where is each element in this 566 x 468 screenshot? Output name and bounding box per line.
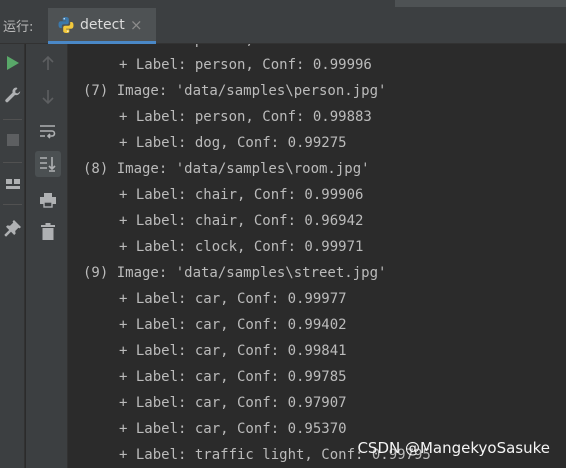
previous-occurrence-button[interactable] bbox=[37, 52, 59, 74]
scroll-to-end-icon bbox=[40, 157, 56, 172]
console-line: + Label: car, Conf: 0.99977 bbox=[119, 291, 347, 307]
run-header: 运行: detect × bbox=[0, 0, 566, 44]
console-line: + Label: car, Conf: 0.99841 bbox=[119, 343, 347, 359]
watermark: CSDN @MangekyoSasuke bbox=[357, 439, 550, 457]
soft-wrap-icon bbox=[40, 125, 56, 139]
console-line: + Label: person, Conf: 0.99883 bbox=[119, 109, 372, 125]
print-button[interactable] bbox=[37, 189, 59, 211]
trash-icon bbox=[41, 223, 55, 240]
toolbar-separator bbox=[3, 162, 22, 163]
console-line: + Label: car, Conf: 0.99785 bbox=[119, 369, 347, 385]
layout-button[interactable] bbox=[2, 173, 24, 195]
layout-icon bbox=[6, 179, 20, 189]
console-line: + Label: chair, Conf: 0.99906 bbox=[119, 187, 364, 203]
console-line: + Label: car, Conf: 0.95370 bbox=[119, 421, 347, 437]
toolbar-separator bbox=[3, 119, 22, 120]
scroll-to-end-button[interactable] bbox=[35, 151, 61, 177]
run-toolbar-right bbox=[26, 44, 68, 468]
close-icon[interactable]: × bbox=[130, 16, 143, 34]
next-occurrence-button[interactable] bbox=[37, 86, 59, 108]
console-line: + Label: dog, Conf: 0.99275 bbox=[119, 135, 347, 151]
tab-label: detect bbox=[80, 17, 125, 33]
run-tool-window: 运行: detect × + Label: person, Conf: 0.99… bbox=[0, 0, 566, 468]
console-line: + Label: car, Conf: 0.97907 bbox=[119, 395, 347, 411]
console-line: + Label: clock, Conf: 0.99971 bbox=[119, 239, 364, 255]
stop-icon bbox=[7, 134, 19, 146]
pin-icon bbox=[4, 220, 22, 237]
python-icon bbox=[58, 17, 74, 33]
console-line: + Label: car, Conf: 0.99402 bbox=[119, 317, 347, 333]
console-line: + Label: person, Conf: 0.99996 bbox=[119, 57, 372, 73]
console-line: (9) Image: 'data/samples\street.jpg' bbox=[83, 265, 387, 281]
console-line: (8) Image: 'data/samples\room.jpg' bbox=[83, 161, 370, 177]
up-arrow-icon bbox=[42, 55, 54, 70]
stop-button[interactable] bbox=[2, 129, 24, 151]
pin-tab-button[interactable] bbox=[2, 217, 24, 239]
header-divider bbox=[395, 0, 566, 7]
console-output[interactable]: + Label: person, Conf: 0.99996 + Label: … bbox=[69, 44, 566, 468]
toolbar-separator bbox=[3, 204, 22, 205]
run-toolbar-left bbox=[0, 44, 25, 468]
run-icon bbox=[7, 56, 19, 70]
soft-wrap-button[interactable] bbox=[37, 120, 59, 142]
rerun-button[interactable] bbox=[2, 52, 24, 74]
down-arrow-icon bbox=[42, 90, 54, 105]
clear-all-button[interactable] bbox=[37, 221, 59, 243]
settings-button[interactable] bbox=[2, 84, 24, 106]
console-line: + Label: chair, Conf: 0.96942 bbox=[119, 213, 364, 229]
tab-detect[interactable]: detect × bbox=[48, 8, 156, 44]
wrench-icon bbox=[5, 87, 21, 103]
console-line: (7) Image: 'data/samples\person.jpg' bbox=[83, 83, 387, 99]
run-label: 运行: bbox=[3, 20, 34, 35]
print-icon bbox=[40, 193, 56, 208]
